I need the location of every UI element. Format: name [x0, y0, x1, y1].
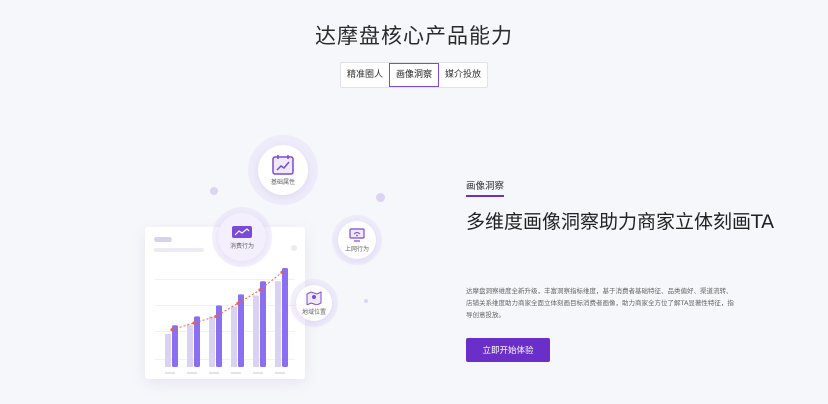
tag-underline — [466, 195, 504, 197]
tab-portrait-insight[interactable]: 画像洞察 — [389, 63, 440, 87]
bubble-location: 地域位置 — [290, 279, 338, 327]
chart-tick — [209, 372, 219, 374]
bubble-label: 地域位置 — [301, 308, 326, 316]
chart-trend-point — [192, 321, 196, 325]
start-experience-button[interactable]: 立即开始体验 — [466, 338, 550, 362]
bubble-online-behavior: 上网行为 — [332, 215, 382, 265]
feature-headline: 多维度画像洞察助力商家立体刻画TA — [466, 211, 775, 233]
feature-tag: 画像洞察 — [466, 181, 505, 192]
bubble-core: 基础属性 — [258, 145, 308, 195]
chart-tick — [187, 372, 197, 374]
bubble-label: 消费行为 — [229, 242, 254, 250]
calendar-chart-icon — [272, 154, 294, 175]
chart-bar-dark — [238, 294, 244, 367]
bubble-label: 上网行为 — [344, 245, 369, 253]
chart-bar-light — [275, 281, 281, 367]
monitor-wifi-icon — [349, 227, 365, 242]
chart-tick — [231, 372, 241, 374]
chart-bar-dark — [172, 325, 178, 367]
feature-description: 达摩盘洞察维度全新升级，丰富洞察指标维度，基于消费者基础特征、品类偏好、渠道流转… — [466, 287, 734, 319]
chart-bar-dark — [260, 281, 266, 367]
chart-tick — [275, 372, 285, 374]
bubble-label: 基础属性 — [270, 178, 295, 186]
chart-bar-light — [187, 325, 193, 367]
chart-bar-dark — [282, 268, 288, 367]
chart-trend-point — [214, 314, 218, 318]
section-title: 达摩盘核心产品能力 — [315, 24, 513, 48]
chart-trend-point — [258, 288, 262, 292]
chart-tick — [165, 372, 175, 374]
tab-media-delivery[interactable]: 媒介投放 — [439, 63, 487, 87]
chart-tick — [253, 372, 263, 374]
decor-dot — [364, 299, 368, 303]
wallet-chart-icon — [232, 225, 252, 238]
decor-dot — [376, 193, 385, 202]
decor-dot — [210, 187, 218, 195]
chart-trend-point — [280, 270, 284, 274]
chart-trend-point — [170, 328, 174, 332]
chart-bar-light — [209, 316, 215, 367]
chart-bar-light — [253, 295, 259, 367]
insight-illustration: 基础属性 消费行为 上网行为 地域位置 — [130, 135, 390, 395]
bubble-core: 上网行为 — [338, 221, 376, 259]
tab-bar: 精准圈人 画像洞察 媒介投放 — [340, 62, 489, 88]
map-pin-icon — [306, 290, 322, 305]
bubble-consumer-behavior: 消费行为 — [212, 207, 272, 267]
chart-bar-light — [231, 306, 237, 367]
tab-precise-targeting[interactable]: 精准圈人 — [341, 63, 389, 87]
bubble-core: 消费行为 — [218, 213, 266, 261]
bubble-basic-attributes: 基础属性 — [248, 135, 318, 205]
chart-bar-light — [165, 334, 171, 367]
bubble-core: 地域位置 — [296, 285, 332, 321]
chart-trend-point — [236, 301, 240, 305]
